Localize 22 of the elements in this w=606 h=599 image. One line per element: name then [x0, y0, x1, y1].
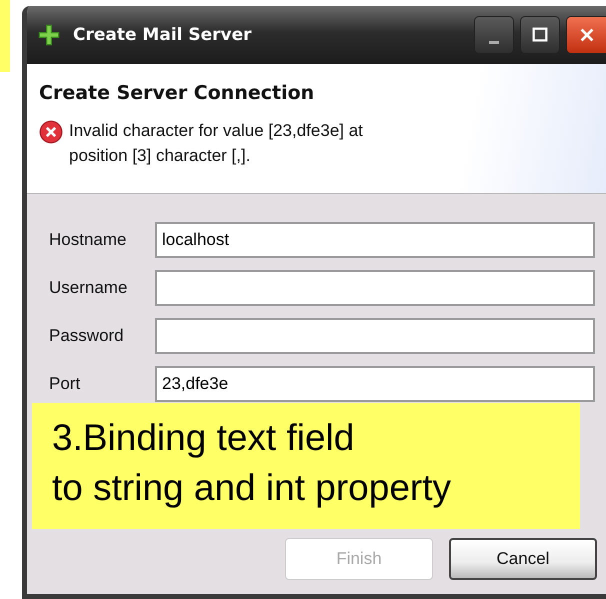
field-label: Port — [49, 374, 82, 394]
text-field[interactable] — [155, 318, 595, 354]
plus-icon — [37, 23, 61, 47]
maximize-button[interactable] — [520, 16, 560, 54]
field-label: Hostname — [49, 230, 128, 250]
error-message: Invalid character for value [23,dfe3e] at position [3] character [,]. — [69, 120, 364, 167]
annotation-text: 3.Binding text field — [52, 416, 356, 460]
annotation-text: to string and int property — [52, 466, 452, 510]
text-field[interactable] — [155, 270, 595, 306]
dialog-button[interactable]: Cancel — [449, 538, 597, 580]
text-field[interactable]: 23,dfe3e — [155, 366, 595, 402]
minimize-icon — [489, 40, 499, 44]
annotation-strip — [0, 0, 10, 72]
page-title: Create Server Connection — [39, 82, 316, 104]
window-title: Create Mail Server — [73, 25, 253, 45]
field-label: Username — [49, 278, 128, 298]
maximize-icon — [531, 26, 549, 44]
error-icon — [39, 120, 63, 144]
text-field[interactable]: localhost — [155, 222, 595, 258]
field-label: Password — [49, 326, 125, 346]
minimize-button[interactable] — [474, 16, 514, 54]
close-button[interactable] — [566, 16, 606, 54]
